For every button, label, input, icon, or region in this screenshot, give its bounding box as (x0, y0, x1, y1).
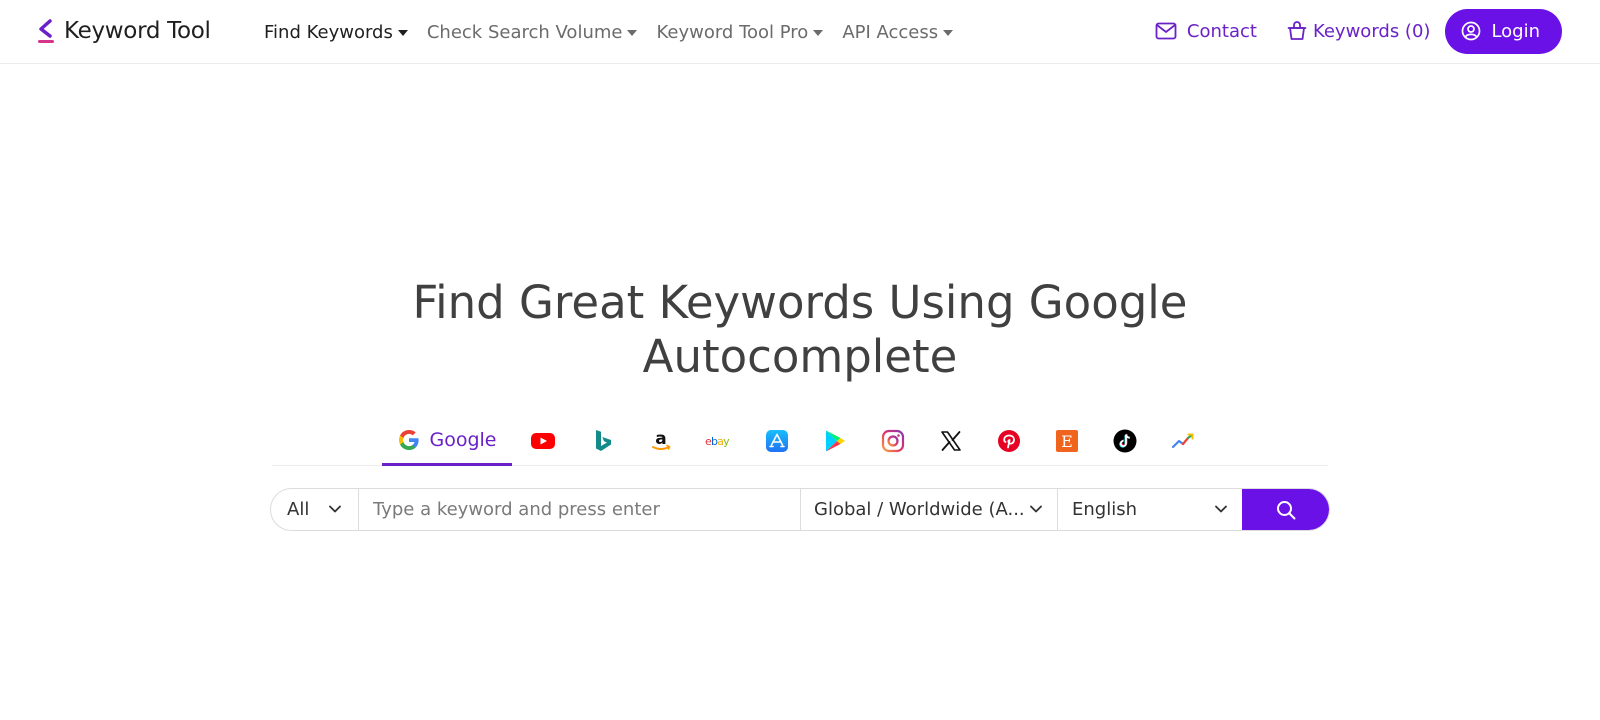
nav-keyword-tool-pro[interactable]: Keyword Tool Pro (656, 21, 824, 43)
etsy-icon: E (1056, 430, 1078, 452)
play-store-icon (826, 430, 845, 452)
location-select[interactable]: Global / Worldwide (A... (801, 489, 1058, 530)
chevron-down-icon (1030, 505, 1042, 513)
nav-api-access-label: API Access (842, 21, 939, 43)
chevron-down-icon (1215, 505, 1227, 513)
nav-keyword-tool-pro-label: Keyword Tool Pro (656, 21, 809, 43)
page-title-line-1: Find Great Keywords Using Google (412, 276, 1188, 329)
login-button[interactable]: Login (1445, 8, 1562, 54)
pinterest-icon (998, 430, 1020, 452)
nav-find-keywords-label: Find Keywords (264, 21, 393, 43)
tab-youtube[interactable] (528, 416, 558, 466)
google-icon (399, 429, 420, 450)
search-button[interactable] (1242, 489, 1329, 530)
tab-tiktok[interactable] (1110, 416, 1140, 466)
amazon-icon: a (652, 429, 671, 450)
keywords-basket-link[interactable]: Keywords (0) (1287, 21, 1430, 42)
x-icon (941, 431, 961, 451)
tiktok-icon (1113, 429, 1137, 453)
keyword-tool-logo-icon (36, 16, 58, 46)
user-circle-icon (1462, 21, 1481, 41)
tab-ebay[interactable]: ebay (700, 416, 740, 466)
youtube-icon (531, 433, 555, 449)
keyword-search-bar: All Global / Worldwide (A... English (270, 488, 1330, 531)
search-type-select[interactable]: All (271, 489, 359, 530)
tab-pinterest[interactable] (994, 416, 1024, 466)
tab-amazon[interactable]: a (646, 416, 676, 466)
location-value: Global / Worldwide (A... (814, 499, 1025, 520)
trends-icon (1171, 433, 1194, 449)
chevron-down-icon (329, 505, 341, 513)
brand-name: Keyword Tool (64, 18, 211, 44)
tab-bing[interactable] (588, 416, 618, 466)
keyword-input[interactable] (359, 489, 801, 530)
language-select[interactable]: English (1058, 489, 1242, 530)
page-title-line-2: Autocomplete (642, 330, 958, 383)
tab-x[interactable] (936, 416, 966, 466)
caret-down-icon (397, 30, 408, 36)
search-icon (1276, 500, 1295, 519)
basket-icon (1287, 21, 1307, 40)
tab-instagram[interactable] (878, 416, 908, 466)
tab-google[interactable]: Google (382, 416, 512, 466)
main-nav: Find Keywords Check Search Volume Keywor… (264, 17, 972, 47)
nav-api-access[interactable]: API Access (842, 21, 954, 43)
contact-link[interactable]: Contact (1155, 21, 1257, 42)
app-store-icon (766, 430, 788, 452)
bing-icon (596, 430, 611, 451)
header-right-nav: Contact Keywords (0) Login (1155, 8, 1562, 54)
tab-trends[interactable] (1168, 416, 1198, 466)
svg-text:E: E (1061, 432, 1073, 451)
tab-app-store[interactable] (762, 416, 792, 466)
page-title: Find Great Keywords Using Google Autocom… (300, 276, 1300, 384)
nav-find-keywords[interactable]: Find Keywords (264, 22, 408, 43)
top-header: Keyword Tool Find Keywords Check Search … (0, 0, 1600, 64)
caret-down-icon (943, 30, 954, 36)
source-tabs: Google a ebay E (272, 416, 1328, 466)
language-value: English (1072, 499, 1137, 520)
nav-check-search-volume-label: Check Search Volume (426, 21, 623, 43)
svg-text:ebay: ebay (705, 435, 730, 448)
contact-label: Contact (1186, 20, 1257, 42)
tab-etsy[interactable]: E (1052, 416, 1082, 466)
brand-logo-link[interactable]: Keyword Tool (36, 14, 211, 48)
search-type-value: All (287, 499, 310, 520)
nav-check-search-volume[interactable]: Check Search Volume (427, 22, 638, 43)
caret-down-icon (813, 30, 824, 36)
caret-down-icon (627, 30, 638, 36)
login-label: Login (1491, 20, 1540, 42)
keywords-count-label: Keywords (0) (1312, 20, 1431, 42)
tab-google-label: Google (429, 428, 497, 451)
svg-text:a: a (655, 429, 666, 449)
ebay-icon: ebay (705, 435, 731, 448)
tab-google-play[interactable] (820, 416, 850, 466)
envelope-icon (1155, 22, 1177, 40)
instagram-icon (881, 429, 905, 453)
